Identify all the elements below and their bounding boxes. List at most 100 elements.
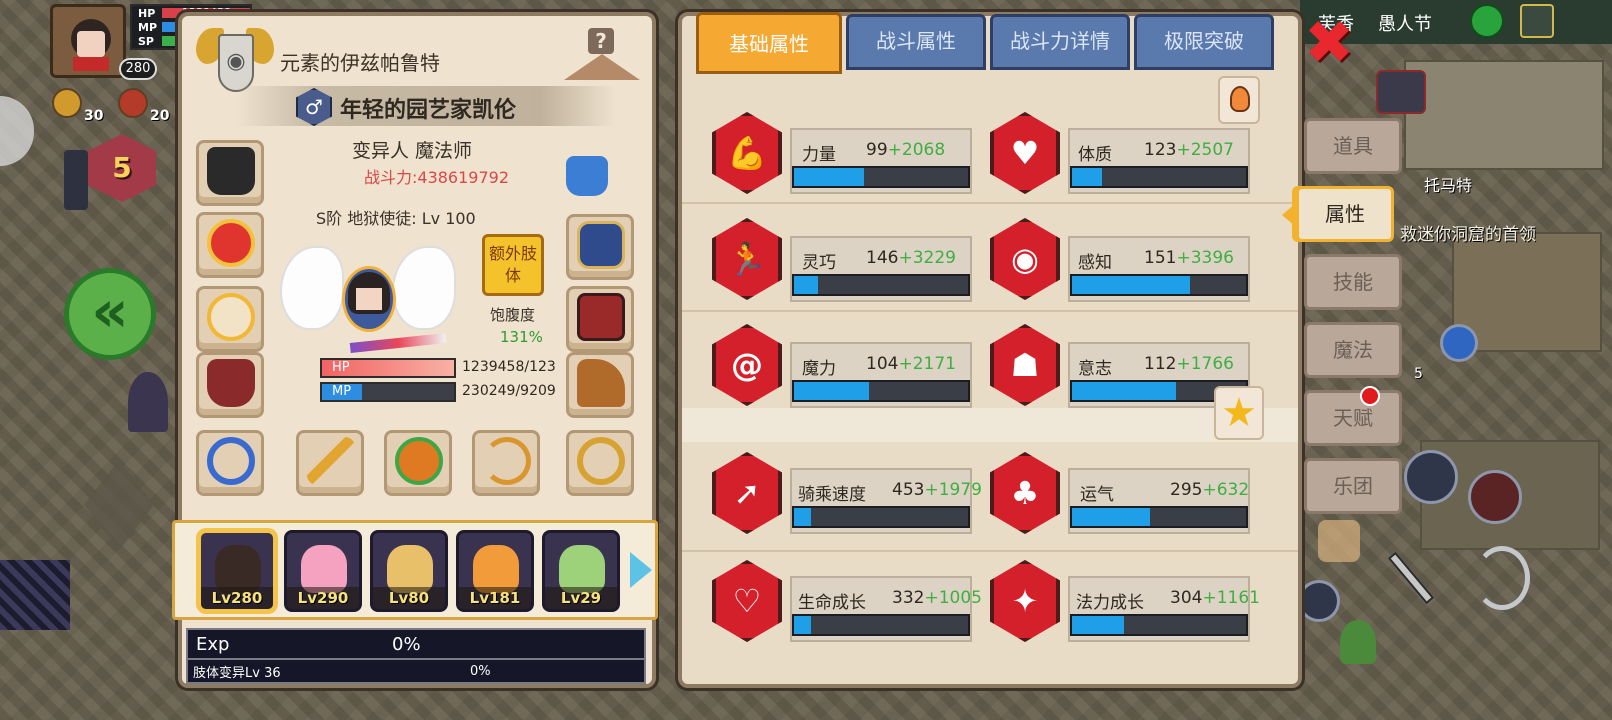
stat-value-mp-growth: 304+1161	[1170, 588, 1260, 608]
armor-icon	[207, 359, 255, 407]
equip-slot-bracer[interactable]	[566, 214, 634, 280]
tab-power-details[interactable]: 战斗力详情	[990, 14, 1130, 70]
party-avatar	[301, 545, 347, 593]
nav-selected-arrow-icon	[1282, 203, 1296, 227]
stat-bar-luck	[1070, 506, 1248, 528]
lamp-post	[128, 372, 168, 432]
nav-items[interactable]: 道具	[1304, 118, 1402, 174]
character-mp-label: MP	[332, 384, 352, 399]
nav-talents[interactable]: 天赋	[1304, 390, 1402, 446]
bracer-icon	[577, 221, 625, 269]
stat-value-will: 112+1766	[1144, 354, 1234, 374]
equip-slot-offhand[interactable]	[196, 286, 264, 352]
party-next-arrow-icon[interactable]	[630, 552, 652, 588]
star-button[interactable]: ★	[1214, 386, 1264, 440]
party-avatar	[559, 545, 605, 593]
equip-slot-boots[interactable]	[566, 352, 634, 418]
combat-power: 战斗力:438619792	[364, 168, 510, 187]
party-member-1[interactable]: Lv280	[198, 530, 276, 612]
globe-icon[interactable]	[1470, 4, 1504, 38]
party-member-2[interactable]: Lv290	[284, 530, 362, 612]
quest-hint-text[interactable]: 救迷你洞窟的首领	[1400, 220, 1536, 245]
nav-band[interactable]: 乐团	[1304, 458, 1402, 514]
hanger-icon	[564, 54, 640, 80]
equip-slot-ring[interactable]	[196, 430, 264, 496]
swap-icon[interactable]	[1298, 580, 1340, 622]
notification-dot	[1360, 386, 1380, 406]
potion-button[interactable]	[1218, 76, 1260, 124]
stage-badge[interactable]: 5	[88, 134, 156, 202]
stat-name-hp-growth: 生命成长	[798, 593, 866, 613]
map-item-count: 5	[1414, 366, 1423, 382]
character-hp-bar: HP	[320, 358, 456, 378]
nav-skills[interactable]: 技能	[1304, 254, 1402, 310]
eagle-emblem-icon	[1376, 70, 1426, 114]
top-hat-icon	[207, 147, 255, 195]
nav-magic[interactable]: 魔法	[1304, 322, 1402, 378]
stat-name-will: 意志	[1078, 359, 1112, 379]
potion-icon	[1230, 86, 1250, 112]
character-sprite	[280, 236, 456, 368]
equip-slot-weapon[interactable]	[296, 430, 364, 496]
stat-value-hp-growth: 332+1005	[892, 588, 982, 608]
stat-name-luck: 运气	[1080, 485, 1114, 505]
staff-icon	[307, 437, 355, 485]
character-name: 年轻的园艺家凯伦	[340, 98, 517, 123]
target-skill-icon[interactable]	[1468, 470, 1522, 524]
player-avatar[interactable]	[50, 4, 126, 78]
stat-name-perception: 感知	[1078, 253, 1112, 273]
buff-gear-count: 20	[150, 108, 170, 124]
row-divider	[682, 202, 1298, 204]
stat-value-magic: 104+2171	[866, 354, 956, 374]
buff-eye-icon[interactable]	[52, 88, 82, 118]
stat-name-mp-growth: 法力成长	[1076, 593, 1144, 613]
event-text-2[interactable]: 愚人节	[1378, 10, 1432, 36]
party-member-level: Lv181	[459, 587, 531, 609]
flame-skill-icon[interactable]	[1404, 450, 1458, 504]
close-icon[interactable]: ✖	[1302, 13, 1356, 73]
tab-limit-break[interactable]: 极限突破	[1134, 14, 1274, 70]
exit-map-icon[interactable]	[1520, 4, 1554, 38]
title-emblem[interactable]: ◉	[196, 20, 278, 94]
equip-slot-belt[interactable]	[566, 286, 634, 352]
blue-gauntlet-icon[interactable]	[566, 156, 608, 196]
stat-value-perception: 151+3396	[1144, 248, 1234, 268]
extra-limb-button[interactable]: 额外肢体	[482, 234, 544, 296]
map-building	[1404, 60, 1604, 170]
buff-gear-icon[interactable]	[118, 88, 148, 118]
back-arrows-button[interactable]: «	[64, 268, 156, 360]
tab-basic-attributes[interactable]: 基础属性	[696, 12, 842, 74]
sword-weapon-icon[interactable]	[1380, 548, 1442, 610]
character-rank: S阶 地狱使徒: Lv 100	[316, 209, 476, 228]
stat-bar-perception	[1070, 274, 1248, 296]
equip-slot-body[interactable]	[196, 352, 264, 418]
party-member-level: Lv290	[287, 587, 359, 609]
party-member-4[interactable]: Lv181	[456, 530, 534, 612]
map-decoration	[64, 150, 88, 210]
character-race-class: 变异人 魔法师	[352, 140, 473, 162]
equip-slot-head[interactable]	[196, 140, 264, 206]
plant-decoration	[1340, 620, 1376, 664]
stat-bar-riding	[792, 506, 970, 528]
tab-combat-attributes[interactable]: 战斗属性	[846, 14, 986, 70]
costume-hanger-button[interactable]: ?	[558, 28, 648, 90]
equip-slot-neck[interactable]	[196, 212, 264, 278]
bow-weapon-icon[interactable]	[1474, 546, 1530, 610]
stat-name-magic: 魔力	[802, 359, 836, 379]
stat-bar-agility	[792, 274, 970, 296]
equip-slot-bow[interactable]	[472, 430, 540, 496]
stat-bar-magic	[792, 380, 970, 402]
side-menu-tab[interactable]	[0, 96, 34, 166]
party-member-5[interactable]: Lv29	[542, 530, 620, 612]
stat-name-riding: 骑乘速度	[798, 485, 866, 505]
equip-slot-charm[interactable]	[384, 430, 452, 496]
hand-icon[interactable]	[1318, 520, 1360, 562]
stat-bar-strength	[792, 166, 970, 188]
party-member-3[interactable]: Lv80	[370, 530, 448, 612]
nav-attributes[interactable]: 属性	[1296, 186, 1394, 242]
equip-slot-accessory[interactable]	[566, 430, 634, 496]
section-gap	[682, 408, 1298, 442]
buff-eye-count: 30	[84, 108, 104, 124]
player-level-badge: 280	[119, 58, 157, 80]
map-scroll-icon[interactable]	[1440, 324, 1478, 362]
